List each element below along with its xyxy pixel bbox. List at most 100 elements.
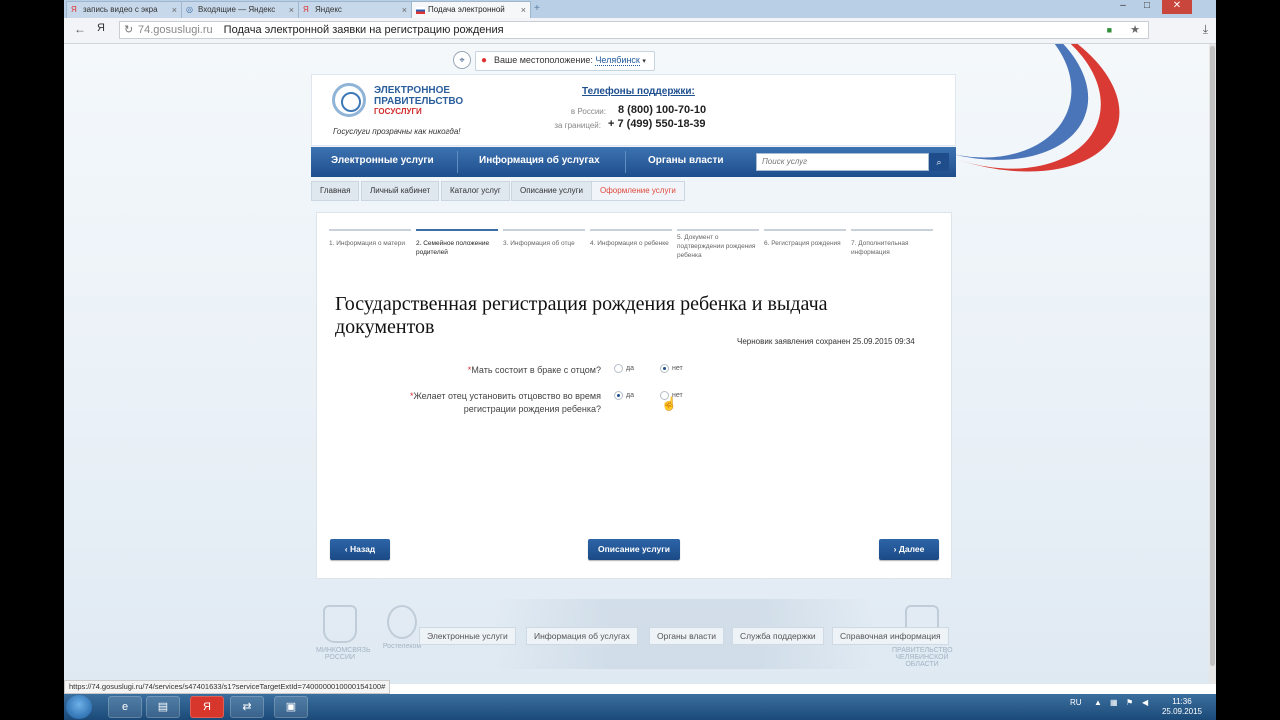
minsvyaz-emblem[interactable]: МИНКОМСВЯЗЬ РОССИИ: [316, 605, 371, 661]
minimize-button[interactable]: –: [1112, 0, 1134, 14]
teamviewer-icon[interactable]: ⇄: [230, 696, 264, 718]
ie-icon[interactable]: e: [108, 696, 142, 718]
clock[interactable]: 11:36 25.09.2015: [1162, 697, 1202, 717]
nav-authorities[interactable]: Органы власти: [648, 147, 724, 177]
gosuslugi-logo-icon[interactable]: [332, 83, 366, 117]
location-selector[interactable]: ● Ваше местоположение: Челябинск ▾: [475, 51, 655, 71]
tab-label: Входящие — Яндекс: [198, 5, 276, 14]
vertical-scrollbar[interactable]: [1209, 44, 1216, 684]
network-icon[interactable]: ▦: [1110, 698, 1118, 707]
rostelecom-logo-icon: [387, 605, 417, 639]
breadcrumb-current: Оформление услуги: [591, 181, 685, 201]
breadcrumb-description[interactable]: Описание услуги: [511, 181, 592, 201]
search-icon[interactable]: ⌕: [929, 153, 949, 171]
nav-separator: [625, 151, 626, 173]
volume-icon[interactable]: ◀: [1142, 698, 1148, 707]
yandex-icon: Я: [303, 5, 309, 14]
question-paternity: *Желает отец установить отцовство во вре…: [409, 391, 601, 414]
tab-yandex[interactable]: Я Яндекс ×: [298, 1, 412, 18]
footer-link-support[interactable]: Служба поддержки: [732, 627, 824, 645]
back-button[interactable]: ‹ Назад: [330, 539, 390, 560]
url-field[interactable]: ↻ 74.gosuslugi.ru Подача электронной зая…: [119, 21, 1149, 39]
tab-label: Яндекс: [315, 5, 342, 14]
flag-icon: [416, 7, 425, 14]
maximize-button[interactable]: □: [1136, 0, 1158, 14]
language-indicator[interactable]: RU: [1070, 698, 1082, 707]
main-nav: Электронные услуги Информация об услугах…: [311, 147, 956, 177]
close-window-button[interactable]: ✕: [1162, 0, 1192, 14]
compass-icon[interactable]: ⌖: [453, 51, 471, 69]
phone-ru: 8 (800) 100-70-10: [618, 104, 707, 116]
chevron-down-icon: ▾: [642, 58, 646, 65]
phone-abroad: + 7 (499) 550-18-39: [608, 118, 706, 130]
support-phones-title[interactable]: Телефоны поддержки:: [582, 86, 695, 97]
breadcrumb-cabinet[interactable]: Личный кабинет: [361, 181, 440, 201]
phone-ru-label: в России:: [570, 107, 606, 116]
yandex-browser-icon[interactable]: Я: [190, 696, 224, 718]
step-2[interactable]: 2. Семейное положение родителей: [416, 229, 498, 257]
footer-link-authorities[interactable]: Органы власти: [649, 627, 725, 645]
recorder-icon[interactable]: ▣: [274, 696, 308, 718]
new-tab-button[interactable]: +: [534, 3, 546, 14]
radio-label-yes: да: [626, 365, 634, 372]
tab-video-recording[interactable]: Я запись видео с экра ×: [66, 1, 182, 18]
location-label: Ваше местоположение:: [494, 55, 593, 65]
yandex-icon: Я: [71, 5, 77, 14]
application-form: 1. Информация о матери 2. Семейное полож…: [316, 212, 952, 579]
yandex-logo-icon[interactable]: Я: [97, 22, 105, 34]
radio-paternity-yes[interactable]: [614, 391, 623, 400]
clock-date: 25.09.2015: [1161, 707, 1202, 716]
service-description-button[interactable]: Описание услуги: [588, 539, 680, 560]
scrollbar-thumb[interactable]: [1210, 46, 1215, 666]
breadcrumb-catalog[interactable]: Каталог услуг: [441, 181, 510, 201]
tab-gosuslugi[interactable]: Подача электронной ×: [411, 1, 531, 18]
lock-icon: ■: [1106, 25, 1112, 35]
close-tab-icon[interactable]: ×: [402, 2, 407, 18]
taskbar: e ▤ Я ⇄ ▣ RU ▲ ▦ ⚑ ◀ 11:36 25.09.2015: [64, 694, 1216, 720]
step-7[interactable]: 7. Дополнительная информация: [851, 229, 933, 257]
breadcrumb-home[interactable]: Главная: [311, 181, 360, 201]
browser-window: Я запись видео с экра × ◎ Входящие — Янд…: [64, 0, 1216, 720]
radio-label-no: нет: [672, 365, 683, 372]
logo-title[interactable]: ЭЛЕКТРОННОЕ ПРАВИТЕЛЬСТВО: [374, 85, 474, 107]
step-5[interactable]: 5. Документ о подтверждении рождения реб…: [677, 229, 759, 260]
folder-icon[interactable]: ▤: [146, 696, 180, 718]
web-page: ⌖ ● Ваше местоположение: Челябинск ▾ ЭЛЕ…: [64, 44, 1209, 684]
close-tab-icon[interactable]: ×: [289, 2, 294, 18]
tab-inbox[interactable]: ◎ Входящие — Яндекс ×: [181, 1, 299, 18]
reload-icon[interactable]: ↻: [124, 22, 133, 39]
step-3[interactable]: 3. Информация об отце: [503, 229, 585, 248]
nav-electronic-services[interactable]: Электронные услуги: [331, 147, 434, 177]
location-city[interactable]: Челябинск: [595, 55, 640, 66]
search-input[interactable]: Поиск услуг: [756, 153, 929, 171]
address-bar: ← Я ↻ 74.gosuslugi.ru Подача электронной…: [64, 18, 1216, 44]
bookmark-star-icon[interactable]: ★: [1130, 22, 1140, 39]
footer-link-services[interactable]: Электронные услуги: [419, 627, 516, 645]
windows-start-icon[interactable]: [66, 695, 92, 719]
question-married: *Мать состоит в браке с отцом?: [467, 365, 601, 375]
status-url: https://74.gosuslugi.ru/74/services/s474…: [64, 680, 391, 694]
footer-link-reference[interactable]: Справочная информация: [832, 627, 949, 645]
page-title: Государственная регистрация рождения реб…: [335, 293, 828, 338]
nav-service-info[interactable]: Информация об услугах: [479, 147, 600, 177]
logo-subtitle[interactable]: ГОСУСЛУГИ: [374, 107, 422, 116]
clock-time: 11:36: [1172, 697, 1192, 706]
radio-married-no[interactable]: [660, 364, 669, 373]
location-pin-icon: ●: [481, 55, 488, 66]
site-header: ЭЛЕКТРОННОЕ ПРАВИТЕЛЬСТВО ГОСУСЛУГИ Госу…: [311, 74, 956, 146]
step-1[interactable]: 1. Информация о матери: [329, 229, 411, 248]
download-icon[interactable]: ⤓: [1203, 22, 1208, 37]
next-button[interactable]: › Далее: [879, 539, 939, 560]
step-6[interactable]: 6. Регистрация рождения: [764, 229, 846, 248]
radio-married-yes[interactable]: [614, 364, 623, 373]
tray-arrow-icon[interactable]: ▲: [1094, 698, 1102, 707]
close-tab-icon[interactable]: ×: [172, 2, 177, 18]
flag-tray-icon[interactable]: ⚑: [1126, 698, 1133, 707]
close-tab-icon[interactable]: ×: [521, 2, 526, 18]
back-arrow-icon[interactable]: ←: [74, 22, 86, 36]
mail-icon: ◎: [186, 5, 193, 14]
step-4[interactable]: 4. Информация о ребенке: [590, 229, 672, 248]
footer-link-info[interactable]: Информация об услугах: [526, 627, 638, 645]
slogan: Госуслуги прозрачны как никогда!: [333, 127, 461, 136]
hand-cursor-icon: ☝: [661, 396, 678, 411]
